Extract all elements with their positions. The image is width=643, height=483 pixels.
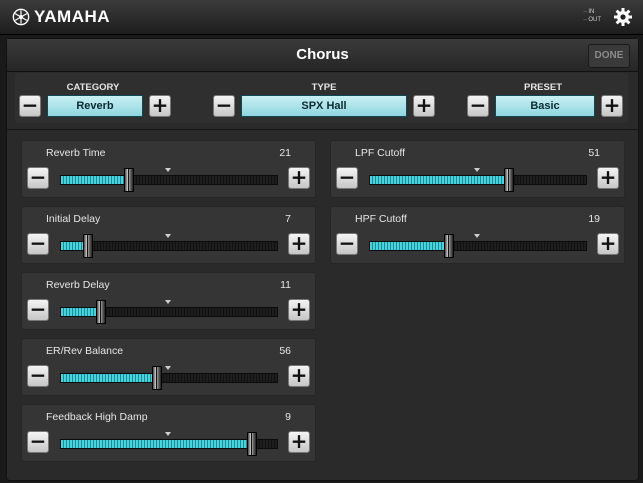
category-value[interactable]: Reverb [47, 95, 143, 117]
param-value: 21 [279, 147, 291, 159]
param-label: Initial Delay [46, 213, 101, 225]
brand-name: YAMAHA [34, 7, 111, 26]
hpf-cutoff-slider[interactable] [369, 234, 587, 258]
er-rev-balance-plus-button[interactable]: + [288, 365, 310, 387]
preset-minus-button[interactable]: − [467, 95, 489, 117]
brand: YAMAHA [12, 7, 110, 27]
selector-row: CATEGORY − Reverb + TYPE − SPX Hall + PR… [15, 73, 628, 123]
hpf-cutoff-minus-button[interactable]: − [336, 233, 358, 255]
hpf-cutoff-plus-button[interactable]: + [597, 233, 619, 255]
param-label: Reverb Delay [46, 279, 110, 291]
initial-delay-plus-button[interactable]: + [288, 233, 310, 255]
reverb-time-plus-button[interactable]: + [288, 167, 310, 189]
tuning-forks-logo-icon [12, 8, 30, 26]
slider-thumb[interactable] [444, 234, 454, 258]
type-value[interactable]: SPX Hall [241, 95, 407, 117]
reverb-delay-plus-button[interactable]: + [288, 299, 310, 321]
param-value: 56 [279, 345, 291, 357]
param-label: Reverb Time [46, 147, 106, 159]
lpf-cutoff-minus-button[interactable]: − [336, 167, 358, 189]
slider-thumb[interactable] [96, 300, 106, 324]
gear-icon[interactable] [613, 7, 633, 27]
category-minus-button[interactable]: − [19, 95, 41, 117]
type-minus-button[interactable]: − [213, 95, 235, 117]
reverb-delay-minus-button[interactable]: − [27, 299, 49, 321]
category-selector: CATEGORY − Reverb + [19, 73, 171, 123]
reverb-time-minus-button[interactable]: − [27, 167, 49, 189]
param-feedback-high-damp: Feedback High Damp 9 − + [21, 404, 316, 462]
slider-thumb[interactable] [152, 366, 162, 390]
slider-thumb[interactable] [504, 168, 514, 192]
param-label: LPF Cutoff [355, 147, 405, 159]
param-reverb-time: Reverb Time 21 − + [21, 140, 316, 198]
preset-label: PRESET [523, 82, 562, 93]
feedback-high-damp-plus-button[interactable]: + [288, 431, 310, 453]
param-lpf-cutoff: LPF Cutoff 51 − + [330, 140, 625, 198]
type-selector: TYPE − SPX Hall + [213, 73, 435, 123]
param-value: 11 [280, 279, 291, 291]
param-initial-delay: Initial Delay 7 − + [21, 206, 316, 264]
param-value: 51 [588, 147, 600, 159]
slider-thumb[interactable] [124, 168, 134, 192]
preset-selector: PRESET − Basic + [467, 73, 623, 123]
type-label: TYPE [311, 82, 337, 93]
slider-thumb[interactable] [247, 432, 257, 456]
effect-panel: Chorus DONE CATEGORY − Reverb + TYPE − S… [6, 38, 639, 481]
feedback-high-damp-minus-button[interactable]: − [27, 431, 49, 453]
param-er-rev-balance: ER/Rev Balance 56 − + [21, 338, 316, 396]
io-in-label: IN [583, 8, 601, 16]
lpf-cutoff-slider[interactable] [369, 168, 587, 192]
initial-delay-slider[interactable] [60, 234, 278, 258]
param-label: HPF Cutoff [355, 213, 407, 225]
param-label: ER/Rev Balance [46, 345, 124, 357]
panel-header: Chorus DONE [7, 39, 638, 72]
category-label: CATEGORY [66, 82, 120, 93]
preset-value[interactable]: Basic [495, 95, 595, 117]
param-reverb-delay: Reverb Delay 11 − + [21, 272, 316, 330]
io-indicator: IN OUT [583, 8, 601, 24]
preset-plus-button[interactable]: + [601, 95, 623, 117]
reverb-delay-slider[interactable] [60, 300, 278, 324]
io-out-label: OUT [583, 16, 601, 24]
initial-delay-minus-button[interactable]: − [27, 233, 49, 255]
type-plus-button[interactable]: + [413, 95, 435, 117]
param-hpf-cutoff: HPF Cutoff 19 − + [330, 206, 625, 264]
divider [7, 129, 638, 130]
feedback-high-damp-slider[interactable] [60, 432, 278, 456]
param-value: 7 [285, 213, 291, 225]
er-rev-balance-minus-button[interactable]: − [27, 365, 49, 387]
done-button[interactable]: DONE [588, 44, 630, 68]
er-rev-balance-slider[interactable] [60, 366, 278, 390]
app-bar: YAMAHA IN OUT [0, 0, 643, 35]
panel-title: Chorus [296, 46, 349, 63]
slider-thumb[interactable] [83, 234, 93, 258]
param-value: 19 [588, 213, 600, 225]
param-value: 9 [285, 411, 291, 423]
category-plus-button[interactable]: + [149, 95, 171, 117]
lpf-cutoff-plus-button[interactable]: + [597, 167, 619, 189]
param-label: Feedback High Damp [46, 411, 148, 423]
reverb-time-slider[interactable] [60, 168, 278, 192]
